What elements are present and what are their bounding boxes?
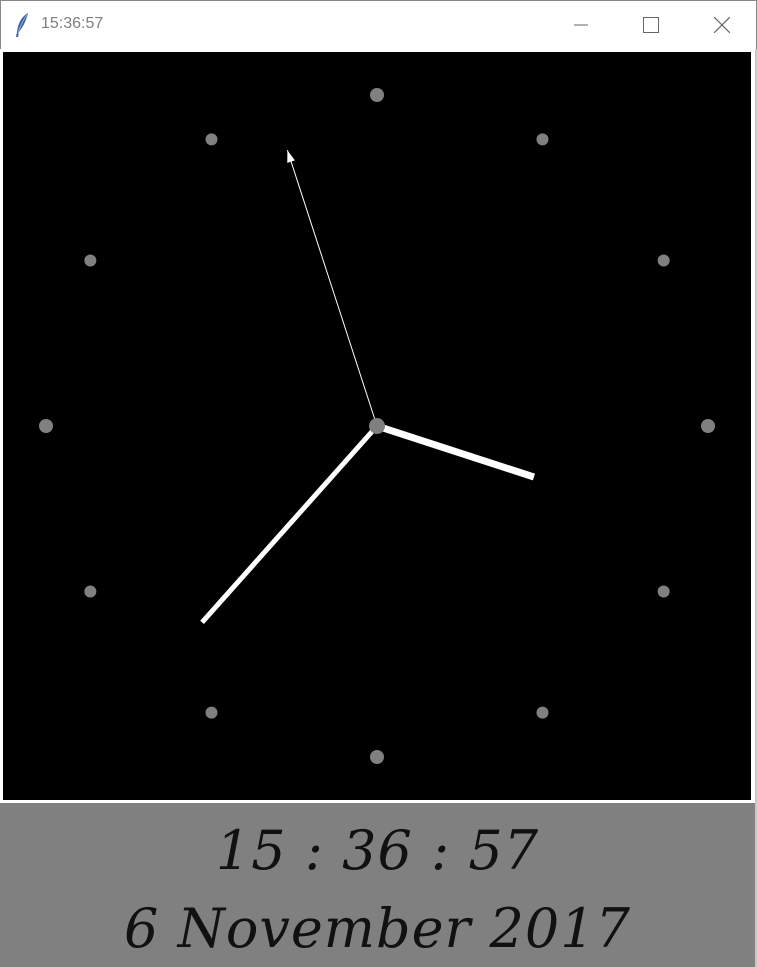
date-label: 6 November 2017 <box>124 897 631 960</box>
second-hand-arrowhead <box>287 150 295 163</box>
window-title: 15:36:57 <box>41 15 104 32</box>
close-icon <box>714 17 730 33</box>
hour-marker-8 <box>84 585 97 598</box>
minimize-icon <box>574 24 588 26</box>
hour-marker-5 <box>536 706 549 719</box>
clock-window: 15:36:57 15 : 36 : 57 6 November 2017 <box>0 0 757 967</box>
clock-face <box>3 52 751 800</box>
digital-time-label: 15 : 36 : 57 <box>215 819 540 882</box>
hour-marker-12 <box>370 88 384 102</box>
title-bar[interactable]: 15:36:57 <box>0 0 757 49</box>
analog-clock <box>39 88 715 764</box>
minimize-button[interactable] <box>546 1 616 49</box>
hour-hand <box>375 422 536 481</box>
hour-marker-3 <box>701 419 715 433</box>
feather-icon <box>13 12 33 38</box>
hour-marker-1 <box>536 133 549 146</box>
hour-marker-11 <box>205 133 218 146</box>
hour-marker-9 <box>39 419 53 433</box>
hour-marker-4 <box>657 585 670 598</box>
close-button[interactable] <box>687 1 757 49</box>
maximize-button[interactable] <box>616 1 686 49</box>
canvas-frame <box>0 49 755 803</box>
hour-marker-10 <box>84 254 97 267</box>
clock-center-hub <box>369 418 385 434</box>
hour-marker-7 <box>205 706 218 719</box>
minute-hand <box>200 424 379 625</box>
hour-marker-6 <box>370 750 384 764</box>
second-hand <box>286 150 378 427</box>
info-panel: 15 : 36 : 57 6 November 2017 <box>0 803 755 967</box>
hour-marker-2 <box>657 254 670 267</box>
maximize-icon <box>643 17 659 33</box>
